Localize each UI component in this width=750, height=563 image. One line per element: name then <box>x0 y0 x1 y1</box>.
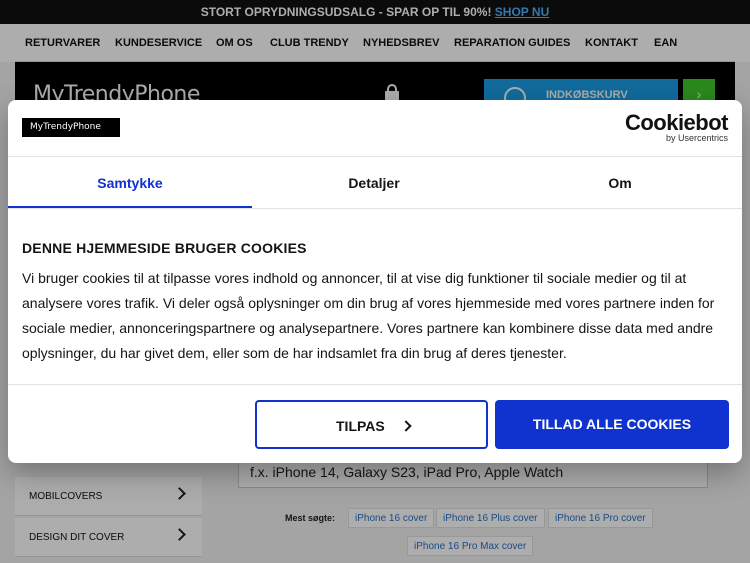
customize-button[interactable]: TILPAS <box>255 400 488 449</box>
customize-label: TILPAS <box>336 418 385 434</box>
cookie-consent-dialog: MyTrendyPhone Cookiebot by Usercentrics … <box>8 100 742 463</box>
dialog-body-text: Vi bruger cookies til at tilpasse vores … <box>22 270 715 361</box>
site-logo: MyTrendyPhone <box>22 118 120 137</box>
cookiebot-logo: Cookiebot by Usercentrics <box>625 110 729 143</box>
divider <box>8 384 742 385</box>
tab-om[interactable]: Om <box>498 157 742 209</box>
allow-all-cookies-button[interactable]: TILLAD ALLE COOKIES <box>495 400 729 449</box>
tab-detaljer[interactable]: Detaljer <box>252 157 496 209</box>
dialog-heading: DENNE HJEMMESIDE BRUGER COOKIES <box>22 240 307 256</box>
divider <box>8 208 742 209</box>
chevron-right-icon <box>400 420 412 432</box>
tab-samtykke[interactable]: Samtykke <box>8 157 252 209</box>
